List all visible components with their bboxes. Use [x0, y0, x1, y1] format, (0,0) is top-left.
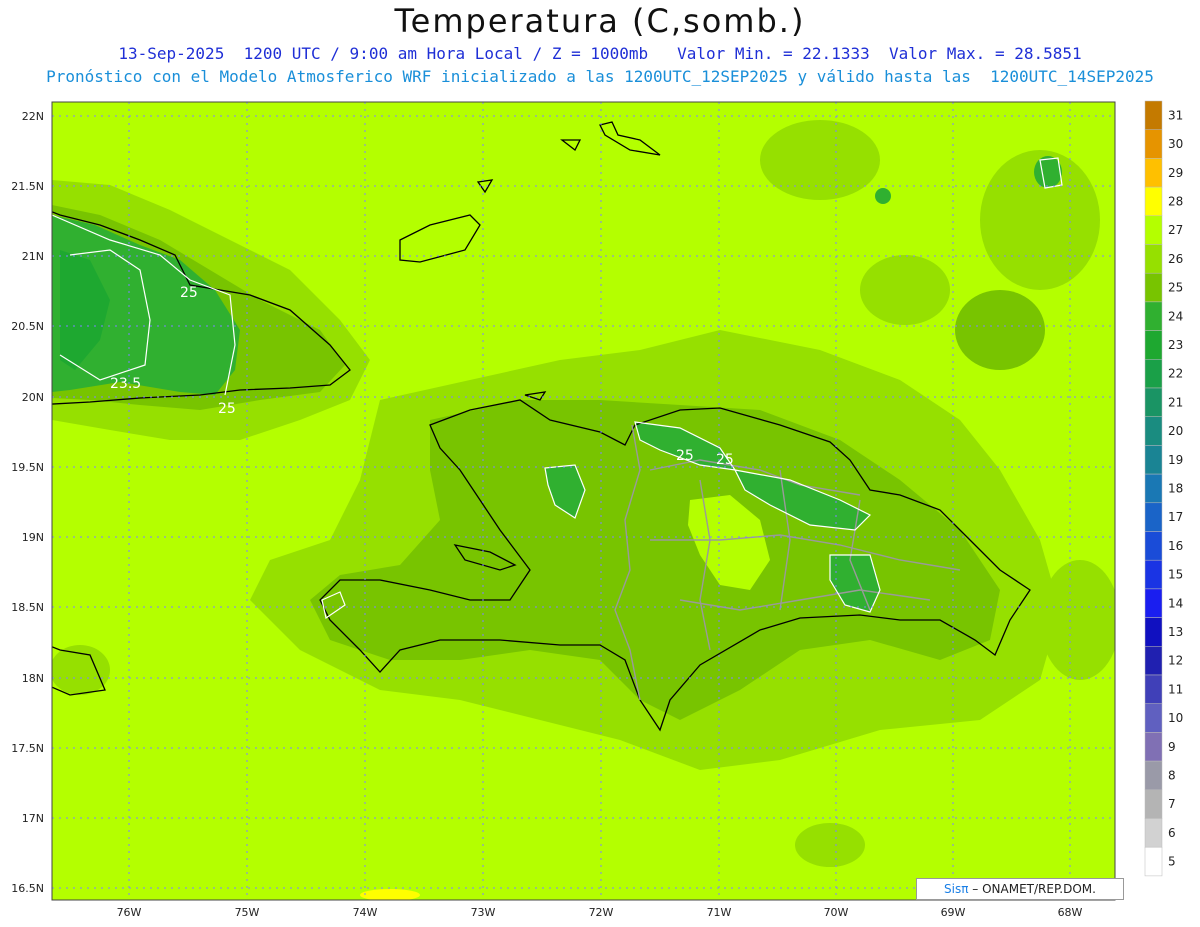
lat-label: 20N — [22, 391, 44, 404]
colorbar-label: 21 — [1168, 395, 1183, 409]
colorbar-swatch — [1144, 617, 1163, 647]
lon-label: 71W — [707, 906, 732, 919]
colorbar-label: 25 — [1168, 281, 1183, 295]
colorbar: 31 30 29 28 27 26 25 24 23 22 21 20 19 18 17 16 15 14 13 12… — [1144, 100, 1183, 877]
colorbar-label: 29 — [1168, 166, 1183, 180]
lon-label: 76W — [117, 906, 142, 919]
latitude-axis: 22N 21.5N 21N 20.5N 20N 19.5N 19N 18.5N … — [11, 110, 44, 895]
colorbar-label: 18 — [1168, 481, 1183, 495]
colorbar-label: 23 — [1168, 338, 1183, 352]
contour-label: 25 — [218, 401, 236, 417]
lat-label: 18.5N — [11, 601, 44, 614]
colorbar-label: 6 — [1168, 826, 1176, 840]
contour-label: 25 — [180, 285, 198, 301]
lat-label: 17.5N — [11, 742, 44, 755]
colorbar-label: 12 — [1168, 654, 1183, 668]
shade-warm-a — [360, 889, 420, 900]
colorbar-label: 26 — [1168, 252, 1183, 266]
colorbar-label: 16 — [1168, 539, 1183, 553]
shade-caribbean-a — [1040, 560, 1115, 680]
colorbar-swatch — [1144, 846, 1163, 877]
lat-label: 17N — [22, 812, 44, 825]
colorbar-label: 30 — [1168, 137, 1183, 151]
colorbar-swatch — [1144, 445, 1163, 475]
colorbar-label: 19 — [1168, 453, 1183, 467]
colorbar-label: 20 — [1168, 424, 1183, 438]
lat-label: 19N — [22, 531, 44, 544]
contour-label: 23.5 — [110, 376, 141, 392]
colorbar-swatch — [1144, 531, 1163, 561]
colorbar-swatch — [1144, 359, 1163, 389]
lat-label: 21N — [22, 250, 44, 263]
longitude-axis: 76W 75W 74W 73W 72W 71W 70W 69W 68W — [117, 906, 1083, 919]
colorbar-swatch — [1144, 789, 1163, 819]
colorbar-swatch — [1144, 416, 1163, 446]
colorbar-swatch — [1144, 129, 1163, 159]
colorbar-label: 9 — [1168, 740, 1176, 754]
credit-text: – ONAMET/REP.DOM. — [968, 882, 1096, 896]
colorbar-label: 10 — [1168, 711, 1183, 725]
colorbar-label: 13 — [1168, 625, 1183, 639]
colorbar-swatch — [1144, 588, 1163, 618]
colorbar-label: 7 — [1168, 797, 1176, 811]
colorbar-label: 15 — [1168, 568, 1183, 582]
lon-label: 74W — [353, 906, 378, 919]
lon-label: 75W — [235, 906, 260, 919]
shade-bahamas-c — [955, 290, 1045, 370]
shade-caribbean-b — [795, 823, 865, 867]
colorbar-swatch — [1144, 502, 1163, 532]
colorbar-swatch — [1144, 215, 1163, 245]
colorbar-swatch — [1144, 330, 1163, 360]
shade-bahamas-d — [1034, 156, 1062, 188]
lat-label: 16.5N — [11, 882, 44, 895]
colorbar-swatch — [1144, 818, 1163, 848]
lat-label: 21.5N — [11, 180, 44, 193]
colorbar-swatch — [1144, 100, 1163, 130]
weather-map: 25 23.5 25 25 25 22N 21.5N 21N 20.5N 20N… — [11, 100, 1183, 919]
colorbar-swatch — [1144, 473, 1163, 504]
contour-label: 25 — [676, 448, 694, 464]
credit-box: Sisπ – ONAMET/REP.DOM. — [916, 878, 1124, 900]
colorbar-swatch — [1144, 646, 1163, 676]
colorbar-swatch — [1144, 186, 1163, 217]
sis-logo: Sisπ — [944, 882, 969, 896]
colorbar-swatch — [1144, 272, 1163, 303]
colorbar-swatch — [1144, 674, 1163, 704]
lat-label: 22N — [22, 110, 44, 123]
colorbar-label: 17 — [1168, 510, 1183, 524]
colorbar-label: 24 — [1168, 309, 1183, 323]
lat-label: 20.5N — [11, 320, 44, 333]
colorbar-label: 31 — [1168, 108, 1183, 122]
colorbar-swatch — [1144, 703, 1163, 733]
colorbar-swatch — [1144, 301, 1163, 331]
colorbar-label: 27 — [1168, 223, 1183, 237]
shade-bahamas-a — [760, 120, 880, 200]
colorbar-label: 22 — [1168, 367, 1183, 381]
colorbar-label: 11 — [1168, 682, 1183, 696]
lon-label: 70W — [824, 906, 849, 919]
shade-jamaica — [52, 645, 110, 695]
colorbar-label: 14 — [1168, 596, 1183, 610]
colorbar-label: 28 — [1168, 194, 1183, 208]
lon-label: 72W — [589, 906, 614, 919]
shade-bahamas-f — [860, 255, 950, 325]
colorbar-swatch — [1144, 760, 1163, 791]
colorbar-swatch — [1144, 387, 1163, 417]
colorbar-swatch — [1144, 732, 1163, 762]
lat-label: 19.5N — [11, 461, 44, 474]
colorbar-swatch — [1144, 244, 1163, 274]
colorbar-label: 5 — [1168, 855, 1176, 869]
colorbar-label: 8 — [1168, 769, 1176, 783]
lat-label: 18N — [22, 672, 44, 685]
colorbar-swatch — [1144, 559, 1163, 590]
lon-label: 68W — [1058, 906, 1083, 919]
shade-bahamas-e — [875, 188, 891, 204]
colorbar-swatch — [1144, 158, 1163, 188]
lon-label: 73W — [471, 906, 496, 919]
lon-label: 69W — [941, 906, 966, 919]
